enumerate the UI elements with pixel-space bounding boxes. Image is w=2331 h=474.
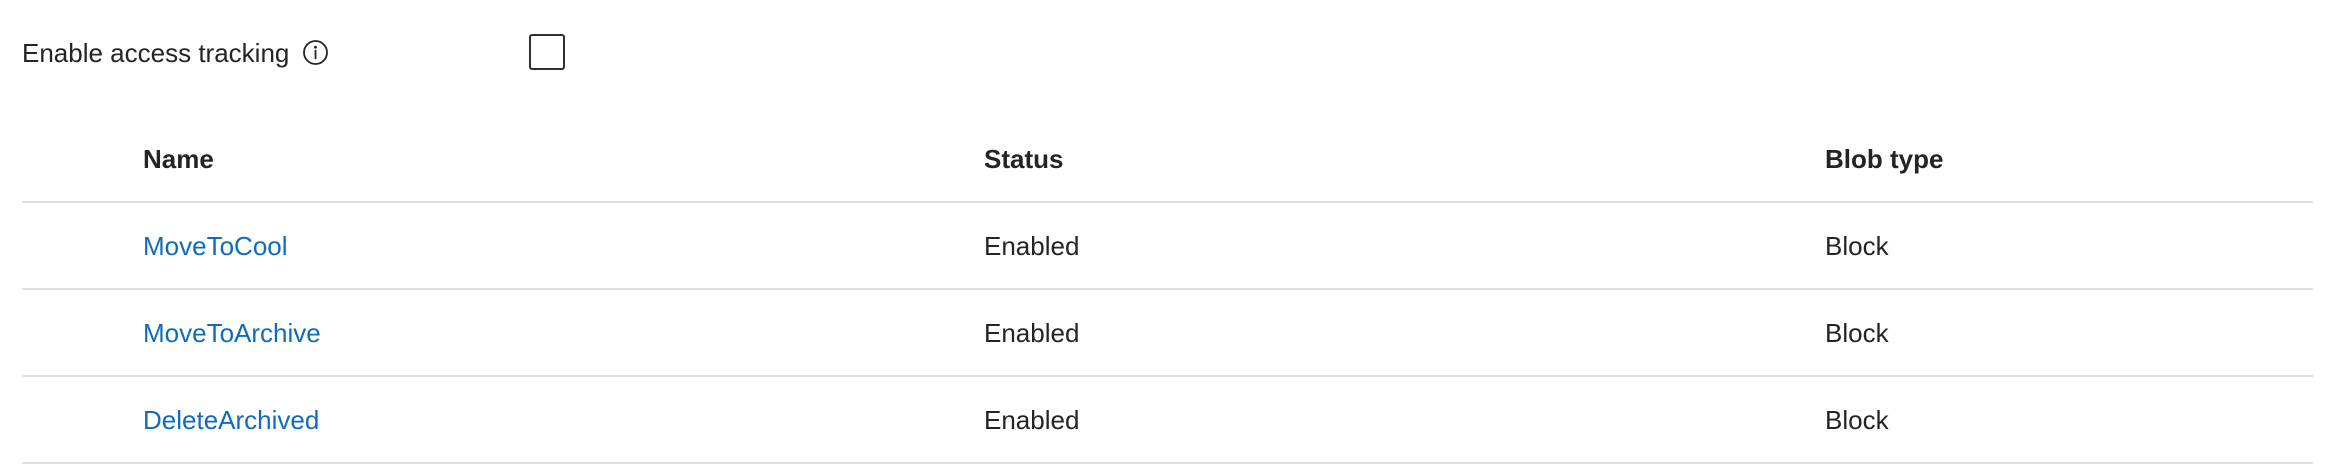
rule-name-link[interactable]: MoveToCool: [143, 230, 288, 262]
table-row[interactable]: DeleteArchived Enabled Block: [22, 377, 2313, 464]
access-tracking-checkbox[interactable]: [529, 34, 565, 70]
table-row[interactable]: MoveToArchive Enabled Block: [22, 290, 2313, 377]
rule-blob-type: Block: [1825, 230, 1889, 261]
table-header: Name Status Blob type: [22, 117, 2313, 203]
rule-blob-type: Block: [1825, 317, 1889, 348]
column-header-blob-type[interactable]: Blob type: [1825, 117, 1943, 201]
column-header-name[interactable]: Name: [143, 117, 214, 201]
access-tracking-setting: Enable access tracking: [22, 28, 582, 78]
table-row[interactable]: MoveToCool Enabled Block: [22, 203, 2313, 290]
rule-name-link[interactable]: DeleteArchived: [143, 404, 319, 436]
column-header-status[interactable]: Status: [984, 117, 1063, 201]
rule-blob-type: Block: [1825, 404, 1889, 435]
lifecycle-rules-table: Name Status Blob type MoveToCool Enabled…: [22, 117, 2313, 464]
rule-status: Enabled: [984, 317, 1080, 348]
rule-name-link[interactable]: MoveToArchive: [143, 317, 321, 349]
info-icon[interactable]: [302, 39, 329, 66]
access-tracking-label: Enable access tracking: [22, 38, 290, 68]
rule-status: Enabled: [984, 404, 1080, 435]
rule-status: Enabled: [984, 230, 1080, 261]
